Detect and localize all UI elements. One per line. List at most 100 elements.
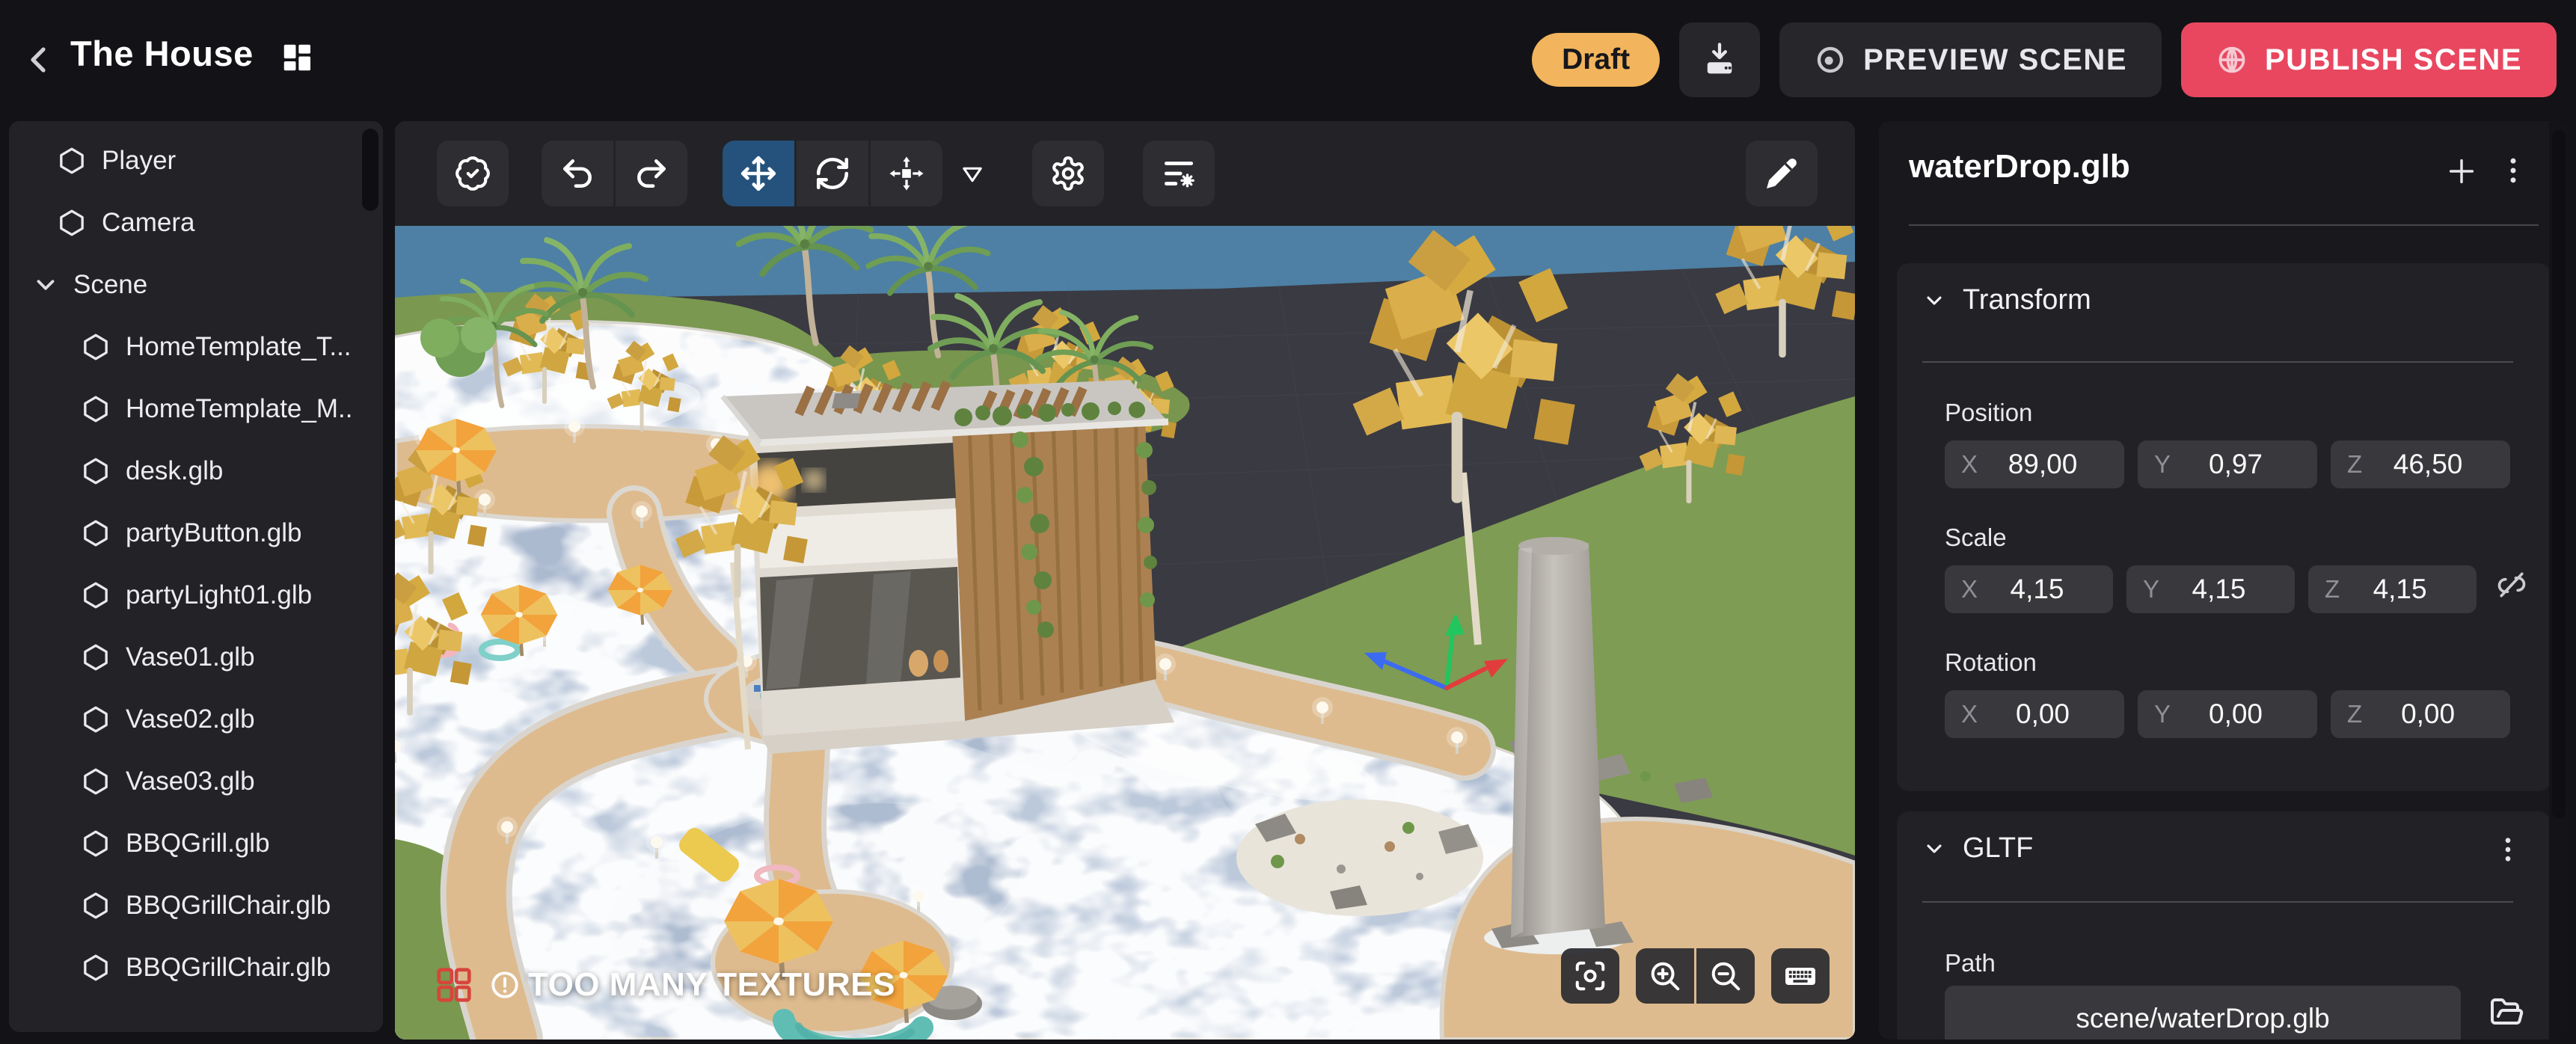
render-options-button[interactable]: [1143, 141, 1215, 206]
browse-file-button[interactable]: [2489, 995, 2525, 1031]
viewport-bottom-tools: [1561, 948, 1830, 1004]
rotate-tool-button[interactable]: [797, 141, 868, 206]
redo-button[interactable]: [616, 141, 687, 206]
rotation-x-value: 0,00: [1978, 698, 2108, 730]
back-button[interactable]: [21, 37, 57, 82]
position-x-field[interactable]: X 89,00: [1945, 440, 2124, 488]
position-z-value: 46,50: [2362, 449, 2494, 480]
redo-icon: [633, 155, 670, 192]
badge-check-icon: [454, 155, 491, 192]
tree-item-partylight[interactable]: partyLight01.glb: [9, 565, 383, 626]
sidebar-scrollbar[interactable]: [362, 129, 378, 211]
tree-item-label: Camera: [102, 208, 194, 238]
rotation-fields: X 0,00 Y 0,00 Z 0,00: [1945, 690, 2510, 738]
publish-scene-button[interactable]: PUBLISH SCENE: [2181, 22, 2557, 97]
move-tool-button[interactable]: [723, 141, 794, 206]
rotation-z-field[interactable]: Z 0,00: [2331, 690, 2510, 738]
inspector-scrollbar-thumb[interactable]: [2552, 130, 2566, 818]
tree-item-vase01[interactable]: Vase01.glb: [9, 627, 383, 688]
chevron-down-icon: [1922, 837, 1946, 861]
undo-button[interactable]: [542, 141, 613, 206]
zoom-group: [1636, 948, 1755, 1004]
rotation-y-field[interactable]: Y 0,00: [2138, 690, 2317, 738]
zoom-in-icon: [1648, 959, 1682, 993]
chevron-down-icon[interactable]: [31, 271, 60, 299]
tree-item-vase03[interactable]: Vase03.glb: [9, 751, 383, 812]
scale-z-field[interactable]: Z 4,15: [2308, 565, 2477, 613]
tree-item-desk[interactable]: desk.glb: [9, 440, 383, 502]
tree-item-player[interactable]: Player: [9, 130, 383, 191]
tree-item-label: Vase02.glb: [126, 704, 255, 734]
gltf-menu-button[interactable]: [2492, 834, 2524, 865]
path-field[interactable]: scene/waterDrop.glb: [1945, 986, 2461, 1040]
scale-unlink-button[interactable]: [2495, 568, 2528, 601]
scale-tool-button[interactable]: [871, 141, 942, 206]
tree-item-label: Scene: [73, 270, 147, 300]
tree-item-vase02[interactable]: Vase02.glb: [9, 689, 383, 750]
hexagon-icon: [57, 146, 87, 176]
path-value: scene/waterDrop.glb: [2076, 1003, 2329, 1034]
axis-label: X: [1961, 450, 1978, 479]
tree-item-hometemplate-m[interactable]: HomeTemplate_M..: [9, 378, 383, 440]
divider: [1909, 224, 2539, 226]
gltf-section: GLTF Path scene/waterDrop.glb: [1897, 811, 2551, 1040]
tree-item-bbqgrillchair-1[interactable]: BBQGrillChair.glb: [9, 875, 383, 936]
history-group: [542, 141, 687, 206]
position-z-field[interactable]: Z 46,50: [2331, 440, 2510, 488]
tree-item-camera[interactable]: Camera: [9, 192, 383, 254]
transform-section: Transform Position X 89,00 Y 0,97 Z 46,5…: [1897, 263, 2551, 791]
settings-button[interactable]: [1032, 141, 1104, 206]
tree-item-label: partyButton.glb: [126, 518, 301, 548]
path-label: Path: [1945, 949, 1996, 977]
tree-item-hometemplate-t[interactable]: HomeTemplate_T...: [9, 316, 383, 378]
transform-section-header[interactable]: Transform: [1922, 284, 2091, 316]
preview-scene-button[interactable]: PREVIEW SCENE: [1779, 22, 2162, 97]
inspector-menu-button[interactable]: [2497, 154, 2530, 187]
page-title: The House: [70, 33, 254, 74]
keyboard-shortcuts-button[interactable]: [1771, 948, 1830, 1004]
tree-item-bbqgrillchair-2[interactable]: BBQGrillChair.glb: [9, 937, 383, 998]
edit-button[interactable]: [1746, 141, 1818, 206]
scene-canvas[interactable]: TOO MANY TEXTURES: [395, 226, 1855, 1040]
tree-item-label: partyLight01.glb: [126, 580, 312, 610]
tree-item-label: BBQGrillChair.glb: [126, 953, 331, 983]
zoom-out-button[interactable]: [1696, 948, 1755, 1004]
divider: [1922, 361, 2513, 363]
inspector-panel: waterDrop.glb Transform Position X 89,00…: [1879, 121, 2569, 1040]
gizmo-space-dropdown[interactable]: [945, 141, 999, 206]
viewport-panel: TOO MANY TEXTURES: [395, 121, 1855, 1040]
triangle-down-icon: [959, 160, 986, 187]
hexagon-icon: [81, 953, 111, 983]
download-button[interactable]: [1679, 22, 1760, 97]
rotation-x-field[interactable]: X 0,00: [1945, 690, 2124, 738]
tree-item-scene[interactable]: Scene: [9, 254, 383, 316]
tree-item-bbqgrill[interactable]: BBQGrill.glb: [9, 813, 383, 874]
focus-icon: [1573, 959, 1607, 993]
texture-warning: TOO MANY TEXTURES: [434, 965, 895, 1005]
house: [723, 380, 1174, 754]
hexagon-icon: [81, 704, 111, 734]
hexagon-icon: [81, 891, 111, 921]
tree-item-label: Vase03.glb: [126, 767, 255, 796]
verify-button[interactable]: [437, 141, 509, 206]
hexagon-icon: [81, 829, 111, 859]
folder-open-icon: [2489, 995, 2525, 1031]
preview-scene-label: PREVIEW SCENE: [1863, 43, 2127, 77]
focus-button[interactable]: [1561, 948, 1619, 1004]
gltf-section-header[interactable]: GLTF: [1922, 832, 2033, 865]
zoom-in-button[interactable]: [1636, 948, 1694, 1004]
axis-label: Z: [2347, 450, 2362, 479]
status-badge: Draft: [1532, 33, 1660, 87]
keyboard-icon: [1782, 958, 1818, 994]
position-y-field[interactable]: Y 0,97: [2138, 440, 2317, 488]
dashboard-grid-icon: [280, 40, 314, 75]
add-component-button[interactable]: [2444, 154, 2479, 188]
scale-y-field[interactable]: Y 4,15: [2126, 565, 2295, 613]
scale-x-field[interactable]: X 4,15: [1945, 565, 2113, 613]
tree-item-partybutton[interactable]: partyButton.glb: [9, 503, 383, 564]
tree-item-label: Player: [102, 146, 176, 176]
layout-grid-button[interactable]: [280, 40, 314, 75]
inspector-title: waterDrop.glb: [1909, 148, 2130, 185]
transform-tools-group: [723, 141, 942, 206]
axis-label: Y: [2143, 575, 2159, 604]
